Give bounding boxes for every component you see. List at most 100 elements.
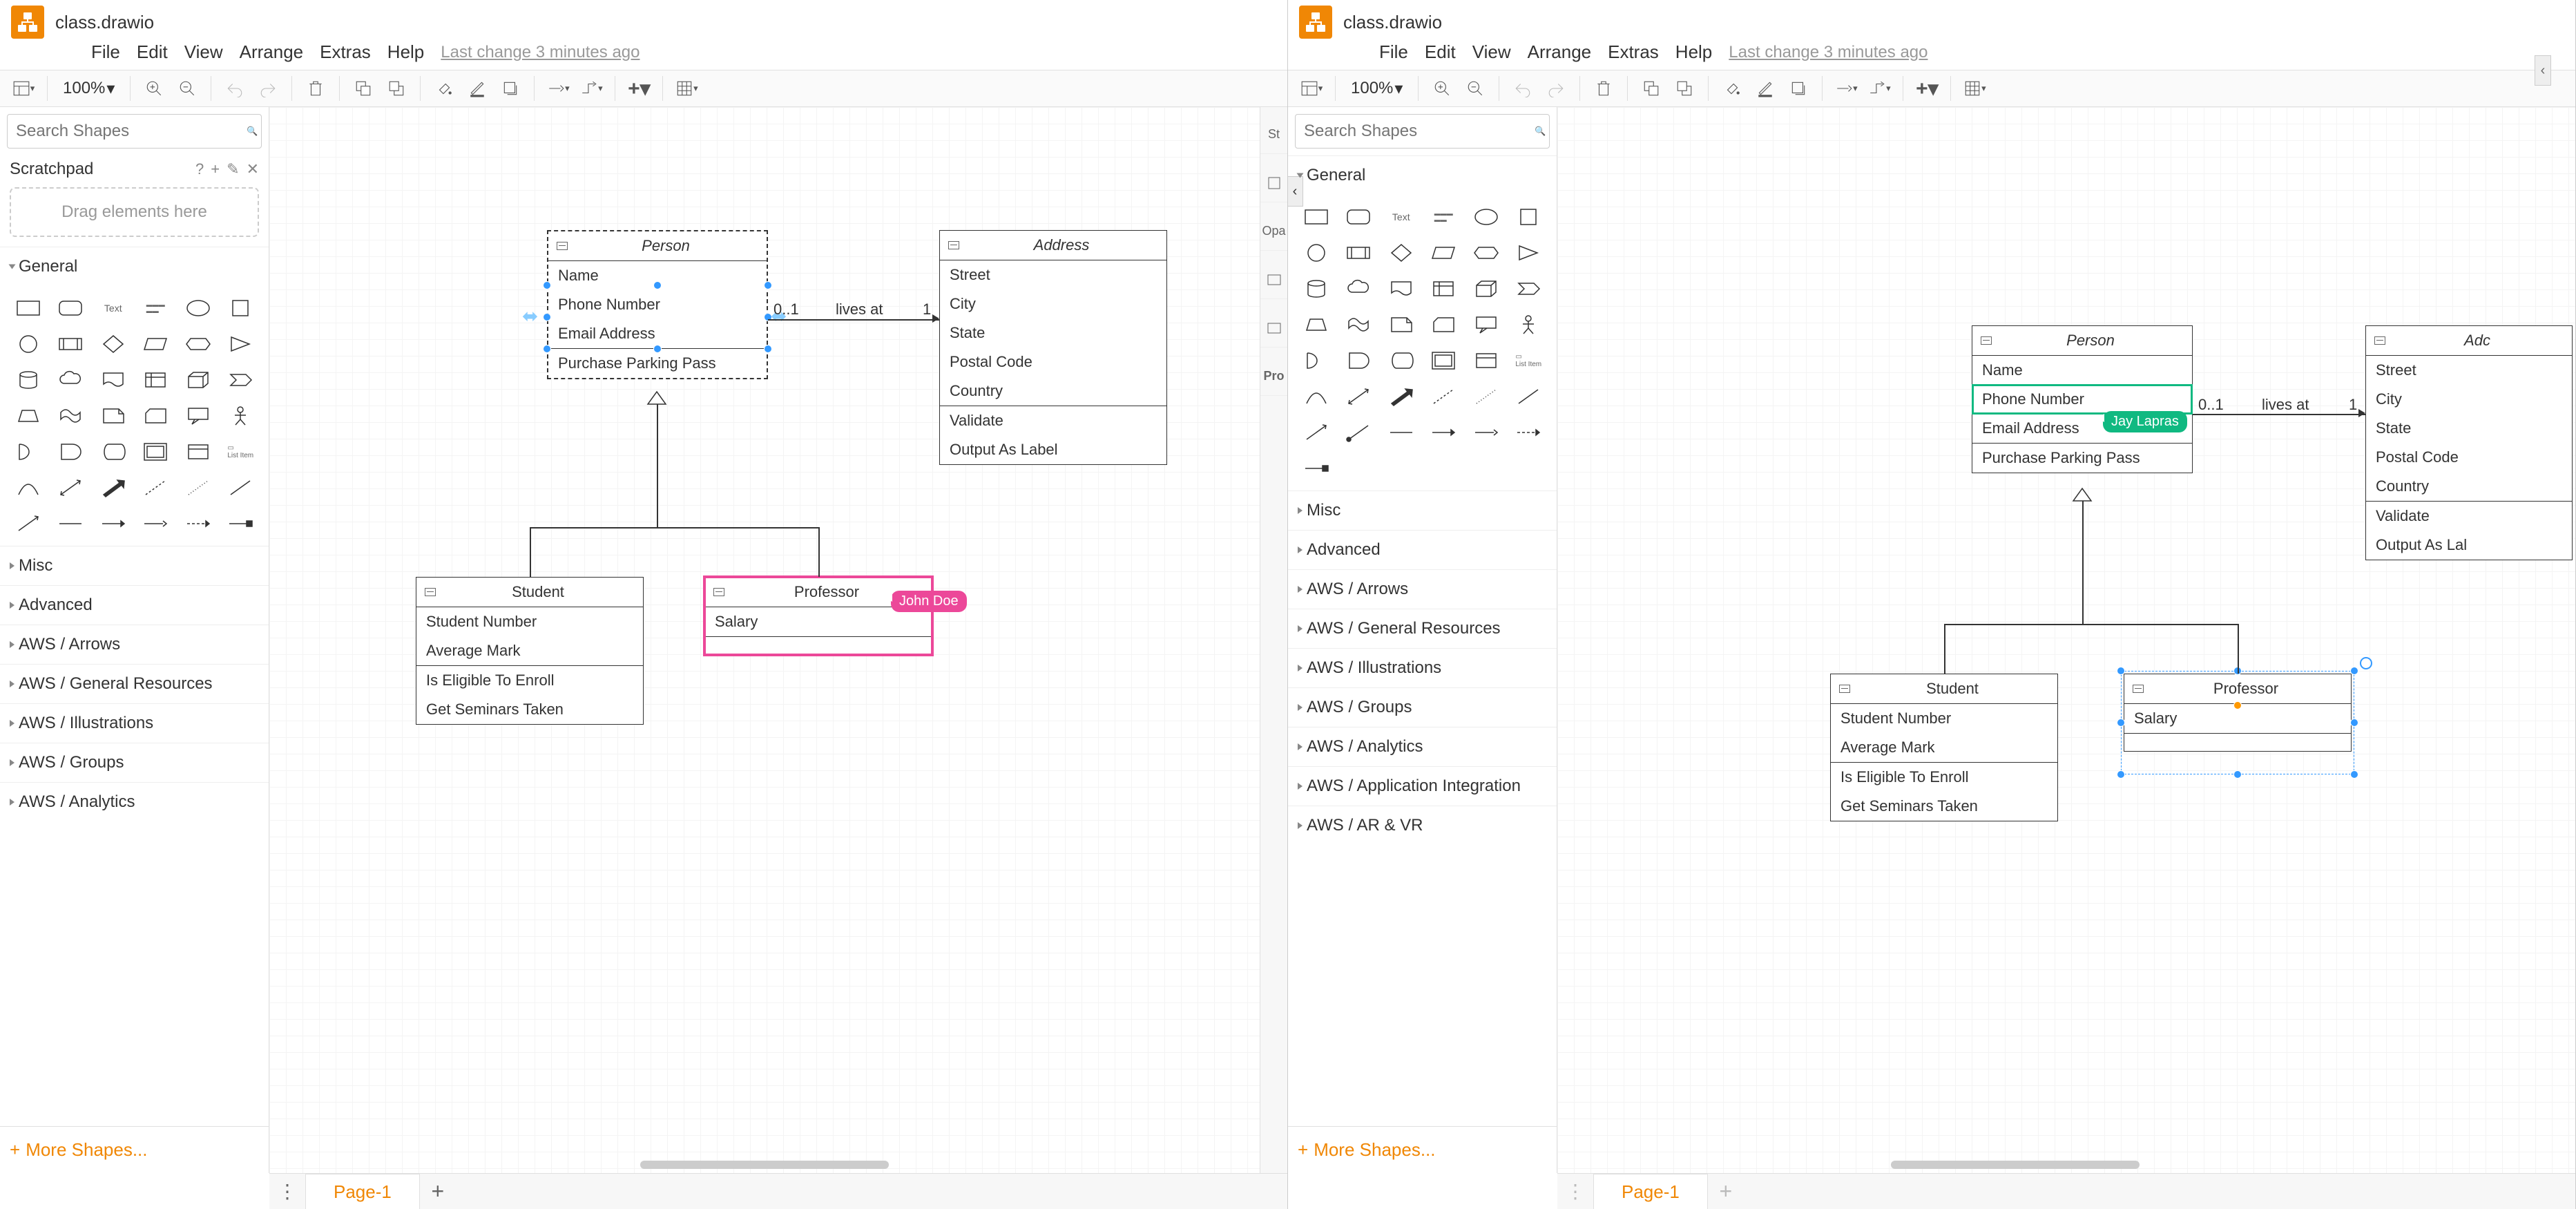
shape-conn1[interactable] xyxy=(52,508,90,539)
edge-lives-at[interactable] xyxy=(2193,414,2365,415)
shape-arrow-thick[interactable] xyxy=(1383,381,1420,412)
search-icon[interactable]: 🔍 xyxy=(1526,126,1554,137)
hscrollbar[interactable] xyxy=(1891,1161,2140,1169)
category-general[interactable]: General xyxy=(0,247,269,286)
to-back-icon[interactable] xyxy=(384,76,409,101)
shape-card[interactable] xyxy=(137,401,175,431)
hscrollbar[interactable] xyxy=(640,1161,889,1169)
menu-file[interactable]: File xyxy=(91,41,120,63)
collapse-icon[interactable] xyxy=(2374,336,2385,345)
shape-diamond[interactable] xyxy=(95,329,132,359)
shape-tape[interactable] xyxy=(1340,310,1378,340)
strip-opacity[interactable]: Opa xyxy=(1260,212,1287,251)
help-icon[interactable]: ? xyxy=(195,160,204,178)
shape-line2[interactable] xyxy=(1510,381,1548,412)
shape-tape[interactable] xyxy=(52,401,90,431)
shape-ellipse[interactable] xyxy=(180,293,217,323)
table-icon[interactable]: ▾ xyxy=(674,76,699,101)
redo-icon[interactable] xyxy=(1544,76,1568,101)
category-item[interactable]: AWS / Arrows xyxy=(1288,569,1557,609)
search-icon[interactable]: 🔍 xyxy=(238,126,266,137)
line-color-icon[interactable] xyxy=(1753,76,1778,101)
search-shapes[interactable]: 🔍 xyxy=(1295,114,1550,149)
tab-page1[interactable]: Page-1 xyxy=(305,1174,420,1209)
shadow-icon[interactable] xyxy=(498,76,523,101)
tab-add-icon[interactable]: + xyxy=(1708,1179,1744,1204)
drawio-logo[interactable] xyxy=(11,6,44,39)
shape-parallel[interactable] xyxy=(1425,238,1463,268)
category-item[interactable]: AWS / General Resources xyxy=(1288,609,1557,648)
edge-lives-at[interactable] xyxy=(768,319,939,321)
fill-color-icon[interactable] xyxy=(432,76,456,101)
shape-parallel[interactable] xyxy=(137,329,175,359)
category-item[interactable]: AWS / Illustrations xyxy=(0,703,269,743)
menu-view[interactable]: View xyxy=(184,41,223,63)
shape-data[interactable] xyxy=(1383,345,1420,376)
category-item[interactable]: Advanced xyxy=(0,585,269,625)
category-item[interactable]: AWS / General Resources xyxy=(0,664,269,703)
shape-or[interactable] xyxy=(52,437,90,467)
shape-container[interactable] xyxy=(1468,345,1505,376)
delete-icon[interactable] xyxy=(303,76,328,101)
shape-dotline[interactable] xyxy=(180,473,217,503)
shape-dashline[interactable] xyxy=(1425,381,1463,412)
shape-conn5[interactable] xyxy=(1298,453,1335,484)
zoom-level[interactable]: 100% ▾ xyxy=(1347,79,1407,99)
shape-dotline[interactable] xyxy=(1468,381,1505,412)
category-item[interactable]: Misc xyxy=(1288,491,1557,530)
shape-cloud[interactable] xyxy=(52,365,90,395)
category-item[interactable]: AWS / Application Integration xyxy=(1288,766,1557,806)
shape-arrow-thick[interactable] xyxy=(95,473,132,503)
file-title[interactable]: class.drawio xyxy=(1343,12,1442,33)
uml-student[interactable]: Student Student Number Average Mark Is E… xyxy=(416,577,644,725)
canvas[interactable]: Person Name Phone Number Email Address P… xyxy=(1557,107,2575,1173)
category-item[interactable]: AWS / Illustrations xyxy=(1288,648,1557,687)
shape-line2[interactable] xyxy=(222,473,260,503)
tab-menu-icon[interactable]: ⋮ xyxy=(269,1180,305,1203)
shape-curve[interactable] xyxy=(1298,381,1335,412)
uml-professor[interactable]: Professor Salary xyxy=(704,577,932,655)
shape-triangle[interactable] xyxy=(222,329,260,359)
shape-step[interactable] xyxy=(1510,274,1548,304)
strip-style[interactable]: St xyxy=(1260,115,1287,154)
attr-row[interactable]: Name xyxy=(1972,356,2192,385)
shape-d[interactable] xyxy=(1298,345,1335,376)
edit-scratch-icon[interactable]: ✎ xyxy=(227,160,239,178)
shape-biarrow2[interactable] xyxy=(10,508,47,539)
uml-person[interactable]: Person Name Phone Number Email Address P… xyxy=(547,230,768,379)
shape-conn4[interactable] xyxy=(180,508,217,539)
attr-row[interactable]: Street xyxy=(940,260,1166,289)
category-item[interactable]: AWS / Groups xyxy=(1288,687,1557,727)
shape-callout[interactable] xyxy=(1468,310,1505,340)
to-back-icon[interactable] xyxy=(1672,76,1697,101)
attr-row[interactable]: Phone Number xyxy=(548,290,767,319)
shape-conn5[interactable] xyxy=(222,508,260,539)
shape-conn3[interactable] xyxy=(137,508,175,539)
menu-extras[interactable]: Extras xyxy=(320,41,371,63)
method-row[interactable]: Get Seminars Taken xyxy=(1831,792,2057,821)
method-row[interactable]: Validate xyxy=(2366,501,2572,531)
waypoint-icon[interactable]: ▾ xyxy=(579,76,604,101)
shape-container[interactable] xyxy=(180,437,217,467)
add-scratch-icon[interactable]: + xyxy=(211,160,220,178)
shape-rect[interactable] xyxy=(1298,202,1335,232)
shape-circle[interactable] xyxy=(10,329,47,359)
shape-dashline[interactable] xyxy=(137,473,175,503)
shadow-icon[interactable] xyxy=(1786,76,1811,101)
shape-conn3[interactable] xyxy=(1468,417,1505,448)
shape-biarrow[interactable] xyxy=(1340,381,1378,412)
tab-add-icon[interactable]: + xyxy=(420,1179,456,1204)
attr-row[interactable]: City xyxy=(940,289,1166,318)
shape-data[interactable] xyxy=(95,437,132,467)
shape-ellipse[interactable] xyxy=(1468,202,1505,232)
attr-row[interactable]: Country xyxy=(940,377,1166,406)
shape-rect[interactable] xyxy=(10,293,47,323)
shape-conn4[interactable] xyxy=(1510,417,1548,448)
collapse-icon[interactable] xyxy=(948,241,959,249)
scratchpad-dropzone[interactable]: Drag elements here xyxy=(10,187,259,237)
more-shapes-button[interactable]: + More Shapes... xyxy=(1288,1126,1557,1173)
shape-textbox[interactable]: ▬▬▬▬▬ xyxy=(137,293,175,323)
method-row[interactable]: Purchase Parking Pass xyxy=(1972,443,2192,473)
attr-row[interactable]: City xyxy=(2366,385,2572,414)
search-input[interactable] xyxy=(8,115,238,148)
